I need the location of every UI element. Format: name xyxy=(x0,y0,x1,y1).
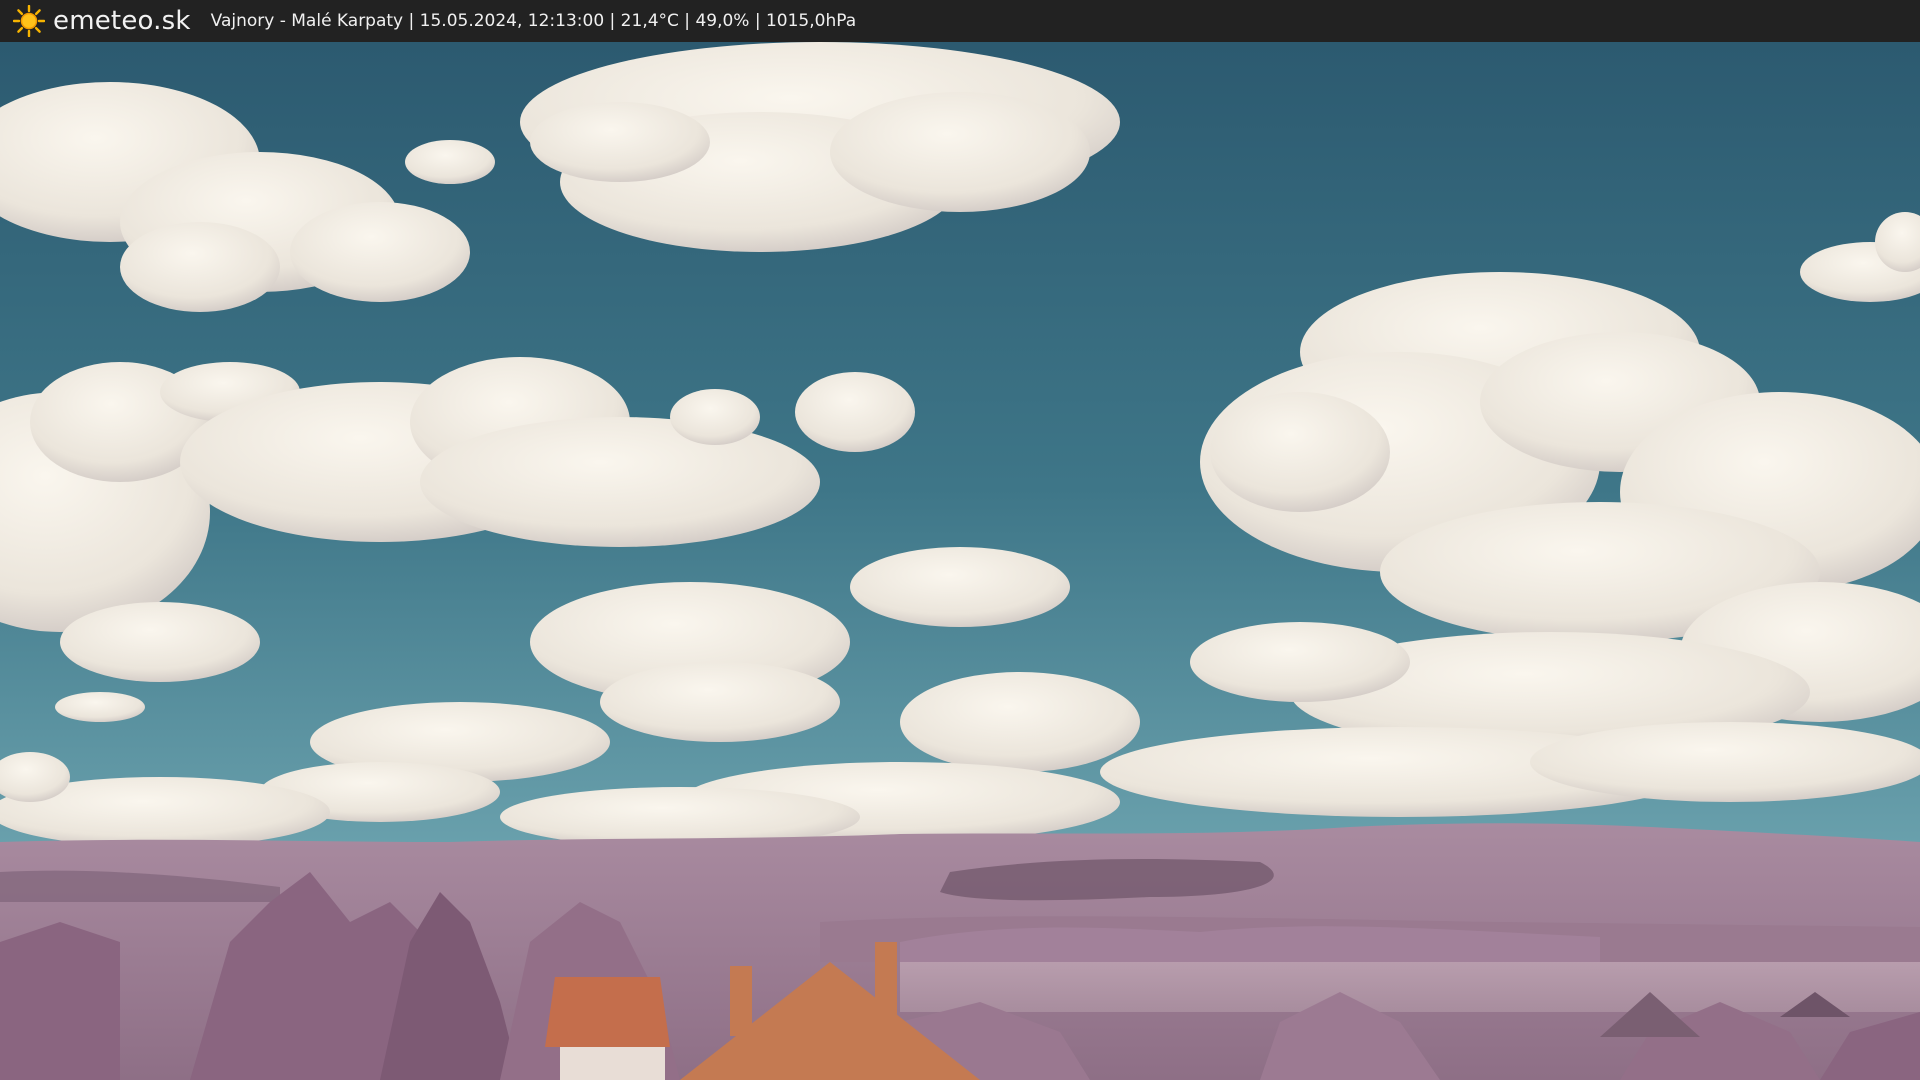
site-brand[interactable]: emeteo.sk xyxy=(53,6,191,36)
webcam-caption: Vajnory - Malé Karpaty | 15.05.2024, 12:… xyxy=(210,11,857,31)
sun-icon xyxy=(13,5,45,37)
webcam-image xyxy=(0,42,1920,1080)
top-bar: emeteo.sk Vajnory - Malé Karpaty | 15.05… xyxy=(0,0,1920,42)
